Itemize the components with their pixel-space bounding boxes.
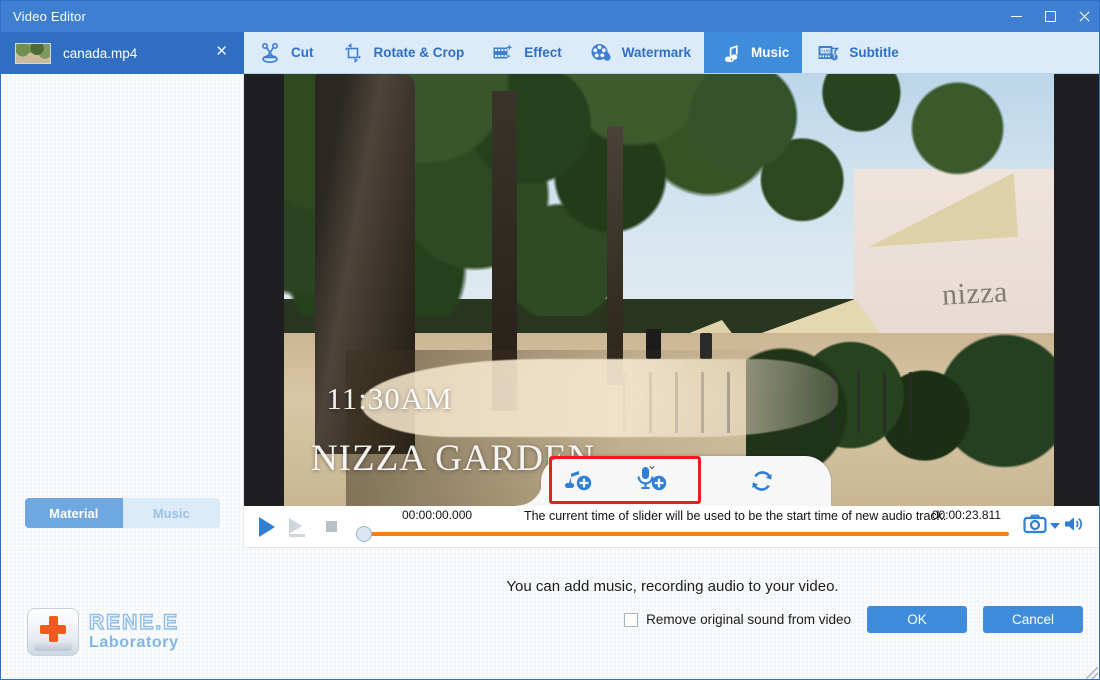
add-music-button[interactable] [541,458,615,504]
video-stage: nizza 11:30AM NIZZA GARDEN [244,74,1099,506]
minimize-button[interactable] [999,1,1033,32]
watermark-film-drop-icon [588,40,614,66]
checkbox-label: Remove original sound from video [646,612,851,627]
footer-actions: Remove original sound from video OK Canc… [624,606,1083,633]
play-icon [259,516,275,537]
scene-sign-text: nizza [941,275,1009,312]
toolbar-label-rotate-crop: Rotate & Crop [373,45,465,60]
toolbar-label-subtitle: Subtitle [849,45,899,60]
left-tab-material[interactable]: Material [25,498,123,528]
panel-texture [1,74,243,554]
toolbar-label-effect: Effect [524,45,562,60]
volume-icon[interactable] [1063,514,1085,539]
scissors-icon [257,40,283,66]
scene-tree-canopy-right [669,74,1039,256]
timeline-handle[interactable] [356,525,372,542]
total-time-label: 00:00:23.811 [931,507,1001,522]
left-panel-tabs: Material Music [25,498,220,528]
brand-text: RENE.E Laboratory [88,610,180,652]
toolbar-item-rotate-crop[interactable]: Rotate & Crop [327,32,478,73]
close-icon [1078,11,1090,23]
editor-toolbar: Cut Rotate & Crop Effect Watermark Music… [244,32,1099,74]
title-bar: Video Editor [1,1,1099,32]
svg-text:T: T [833,54,836,60]
minimize-icon [1010,16,1022,17]
chevron-down-icon[interactable]: ⌄ [647,461,656,472]
file-tab-label: canada.mp4 [63,45,138,61]
bottom-hint-text: You can add music, recording audio to yo… [506,578,839,595]
video-editor-window: Video Editor canada.mp4 ✕ Cut Rotate & C… [0,0,1100,680]
timeline-track[interactable] [362,531,1009,536]
video-thumbnail [15,42,51,64]
close-button[interactable] [1067,1,1099,32]
brand-logo: RENE.E Laboratory [27,608,179,656]
ok-button[interactable]: OK [867,606,967,633]
rotate-crop-icon [340,40,366,66]
cancel-button[interactable]: Cancel [983,606,1083,633]
toolbar-item-subtitle[interactable]: SUB T Subtitle [802,32,912,73]
window-title: Video Editor [13,9,86,24]
stop-icon [325,521,337,532]
svg-text:SUB: SUB [821,48,830,53]
play-button[interactable] [254,514,280,540]
current-time-label: 00:00:00.000 [402,507,473,522]
player-control-bar: 00:00:00.000 The current time of slider … [244,506,1099,548]
stop-button[interactable] [318,514,344,540]
scene-tree-trunk-3 [607,125,623,386]
refresh-audio-button[interactable] [736,463,788,503]
bottom-panel: You can add music, recording audio to yo… [1,548,1099,679]
toolbar-item-watermark[interactable]: Watermark [575,32,704,73]
effect-film-icon [490,40,516,66]
checkbox-box[interactable] [624,612,639,627]
step-button[interactable] [286,514,312,540]
medical-case-icon [27,608,79,656]
file-tab-close-icon[interactable]: ✕ [215,44,228,59]
left-tab-music[interactable]: Music [122,498,220,528]
video-overlay-time: 11:30AM [326,381,453,417]
cross-icon [40,616,66,642]
window-controls [999,1,1099,32]
maximize-icon [1044,11,1056,22]
remove-original-sound-checkbox[interactable]: Remove original sound from video [624,612,851,627]
step-forward-icon [289,517,309,537]
camera-icon[interactable] [1023,514,1047,539]
player-right-controls [1023,514,1085,539]
resize-grip[interactable] [1086,667,1098,679]
add-recording-button[interactable]: ⌄ [615,458,689,504]
chevron-down-icon[interactable] [1050,523,1060,529]
add-music-icon [561,464,595,499]
toolbar-label-cut: Cut [291,45,314,60]
file-tab[interactable]: canada.mp4 ✕ [1,32,244,74]
music-note-icon [717,40,743,66]
left-panel: Material Music [1,74,244,554]
subtitle-icon: SUB T [815,40,841,66]
toolbar-label-music: Music [751,45,790,60]
brand-subtitle: Laboratory [89,634,179,652]
toolbar-item-effect[interactable]: Effect [477,32,575,73]
video-preview[interactable]: nizza 11:30AM NIZZA GARDEN [284,74,1054,506]
brand-name: RENE.E [88,610,180,635]
toolbar-item-music[interactable]: Music [704,32,803,73]
timeline-hint: The current time of slider will be used … [523,508,947,523]
timeline[interactable]: 00:00:00.000 The current time of slider … [356,506,1089,548]
refresh-icon [747,466,777,501]
toolbar-item-cut[interactable]: Cut [244,32,327,73]
maximize-button[interactable] [1033,1,1067,32]
toolbar-label-watermark: Watermark [621,45,692,60]
